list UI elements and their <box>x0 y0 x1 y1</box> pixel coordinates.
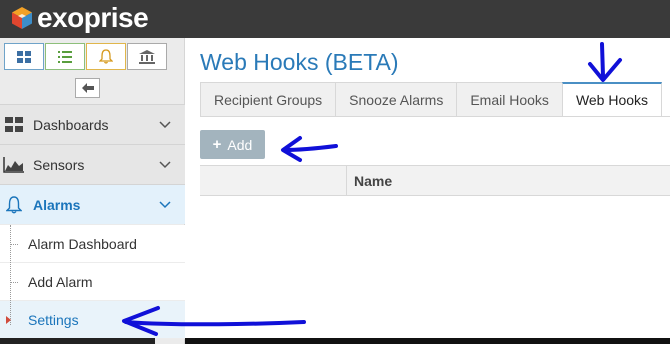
add-button[interactable]: + Add <box>200 130 265 159</box>
brand-logo[interactable]: exoprise <box>10 2 149 34</box>
bank-icon <box>139 49 155 64</box>
tree-tick <box>10 244 18 245</box>
subnav-add-alarm[interactable]: Add Alarm <box>0 263 185 301</box>
sensor-chart-icon <box>3 156 25 174</box>
nav-alarms[interactable]: Alarms <box>0 184 185 224</box>
bell-icon <box>3 195 25 214</box>
add-button-label: Add <box>227 136 253 153</box>
nav-dashboards[interactable]: Dashboards <box>0 104 185 144</box>
tab-web-hooks[interactable]: Web Hooks <box>561 82 663 117</box>
annotation-arrow-down-icon <box>588 58 622 82</box>
annotation-arrow-left-icon <box>281 136 302 162</box>
annotation-arrow-left-icon <box>282 144 338 152</box>
current-page-marker-icon <box>6 316 11 324</box>
bottom-edge <box>0 338 155 344</box>
chevron-down-icon <box>159 120 173 129</box>
subnav-settings-label: Settings <box>28 311 79 328</box>
nav-sensors[interactable]: Sensors <box>0 144 185 184</box>
webhooks-table-header: Name <box>200 165 670 196</box>
account-quick-button[interactable] <box>127 43 167 70</box>
subnav-alarm-dashboard[interactable]: Alarm Dashboard <box>0 225 185 263</box>
brand-name: exoprise <box>37 2 149 33</box>
nav-sensors-label: Sensors <box>33 156 85 173</box>
top-bar: exoprise <box>0 0 670 38</box>
subnav-alarm-dashboard-label: Alarm Dashboard <box>28 235 137 252</box>
list-icon <box>58 50 72 63</box>
tab-bar: Recipient Groups Snooze Alarms Email Hoo… <box>200 82 663 117</box>
bottom-edge <box>185 338 670 344</box>
nav-alarms-label: Alarms <box>33 196 81 213</box>
table-header-name[interactable]: Name <box>347 166 392 195</box>
tree-tick <box>10 282 18 283</box>
tab-recipient-groups[interactable]: Recipient Groups <box>200 82 337 117</box>
quick-icon-row <box>4 43 167 70</box>
sidebar: Dashboards Sensors Alarms Alarm Dashboar… <box>0 38 185 344</box>
chevron-down-icon <box>159 160 173 169</box>
dashboard-grid-icon <box>3 116 25 134</box>
subnav-settings[interactable]: Settings <box>0 301 185 339</box>
plus-icon: + <box>212 136 222 153</box>
bell-icon <box>99 49 113 64</box>
tab-divider <box>200 116 670 117</box>
dashboard-quick-button[interactable] <box>4 43 44 70</box>
tab-email-hooks[interactable]: Email Hooks <box>456 82 563 117</box>
subnav-add-alarm-label: Add Alarm <box>28 273 93 290</box>
collapse-sidebar-button[interactable] <box>75 78 100 98</box>
tree-connector <box>10 225 11 325</box>
annotation-arrow-down-icon <box>600 42 605 78</box>
chevron-down-icon <box>159 200 173 209</box>
exoprise-cube-icon <box>12 7 32 29</box>
alarm-quick-button[interactable] <box>86 43 126 70</box>
nav-dashboards-label: Dashboards <box>33 116 109 133</box>
arrow-left-icon <box>81 83 94 93</box>
list-quick-button[interactable] <box>45 43 85 70</box>
tab-snooze-alarms[interactable]: Snooze Alarms <box>335 82 458 117</box>
page-title: Web Hooks (BETA) <box>200 49 399 75</box>
dashboard-grid-icon <box>17 50 31 63</box>
table-header-select[interactable] <box>200 166 347 195</box>
